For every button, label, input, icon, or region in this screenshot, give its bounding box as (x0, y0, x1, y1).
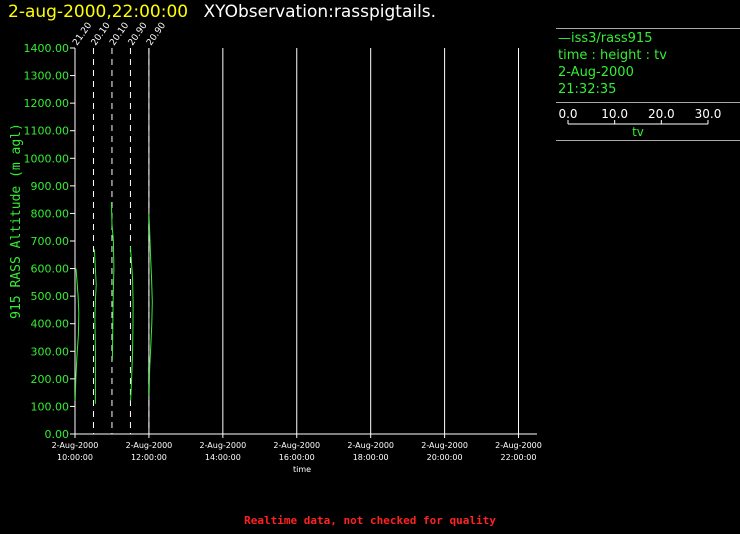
x-tick-label-time: 10:00:00 (57, 453, 93, 462)
x-tick-label-date: 2-Aug-2000 (200, 441, 247, 450)
y-tick-label: 800.00 (31, 207, 70, 220)
y-tick-label: 1300.00 (24, 70, 70, 83)
pigtail-label: 20.90 (145, 21, 168, 48)
x-axis-label: time (293, 465, 311, 474)
x-tick-label-time: 18:00:00 (353, 453, 389, 462)
y-tick-label: 100.00 (31, 400, 70, 413)
legend-scale-label: tv (632, 125, 644, 139)
y-tick-label: 500.00 (31, 290, 70, 303)
pigtail-trace (93, 249, 97, 404)
y-tick-label: 400.00 (31, 318, 70, 331)
x-tick-label-time: 14:00:00 (205, 453, 241, 462)
quality-disclaimer: Realtime data, not checked for quality (244, 514, 496, 527)
legend-scale-tick-label: 30.0 (695, 107, 722, 121)
y-axis-label: 915 RASS Altitude (m agl) (9, 123, 24, 319)
legend-scale-tick-label: 10.0 (601, 107, 628, 121)
legend-time: 21:32:35 (558, 82, 617, 97)
legend-tv-scale: 0.0 10.0 20.0 30.0 tv (558, 107, 722, 139)
legend-scale-tick-label: 0.0 (558, 107, 577, 121)
legend-scale-tick-label: 20.0 (648, 107, 675, 121)
legend-divider (556, 102, 740, 103)
y-tick-label: 1200.00 (24, 97, 70, 110)
x-tick-label-date: 2-Aug-2000 (347, 441, 394, 450)
y-tick-label: 300.00 (31, 345, 70, 358)
legend-variables: time : height : tv (558, 48, 667, 63)
y-tick-label: 900.00 (31, 180, 70, 193)
y-tick-label: 1400.00 (24, 42, 70, 55)
x-tick-label-time: 12:00:00 (131, 453, 167, 462)
x-tick-label-date: 2-Aug-2000 (495, 441, 542, 450)
y-tick-label: 700.00 (31, 235, 70, 248)
x-tick-label-time: 16:00:00 (279, 453, 315, 462)
x-tick-label-date: 2-Aug-2000 (52, 441, 99, 450)
y-tick-label: 1100.00 (24, 125, 70, 138)
x-tick-label-date: 2-Aug-2000 (126, 441, 173, 450)
y-tick-label: 1000.00 (24, 152, 70, 165)
x-tick-label-date: 2-Aug-2000 (273, 441, 320, 450)
y-tick-label: 0.00 (45, 428, 70, 441)
x-tick-label-time: 20:00:00 (427, 453, 463, 462)
y-tick-label: 600.00 (31, 263, 70, 276)
legend-divider (556, 28, 740, 29)
x-tick-label-date: 2-Aug-2000 (421, 441, 468, 450)
legend-station: —iss3/rass915 (558, 31, 653, 46)
legend-date: 2-Aug-2000 (558, 65, 634, 80)
pigtail-trace (74, 268, 80, 401)
legend-divider (556, 140, 740, 141)
x-tick-label-time: 22:00:00 (501, 453, 537, 462)
y-tick-label: 200.00 (31, 373, 70, 386)
